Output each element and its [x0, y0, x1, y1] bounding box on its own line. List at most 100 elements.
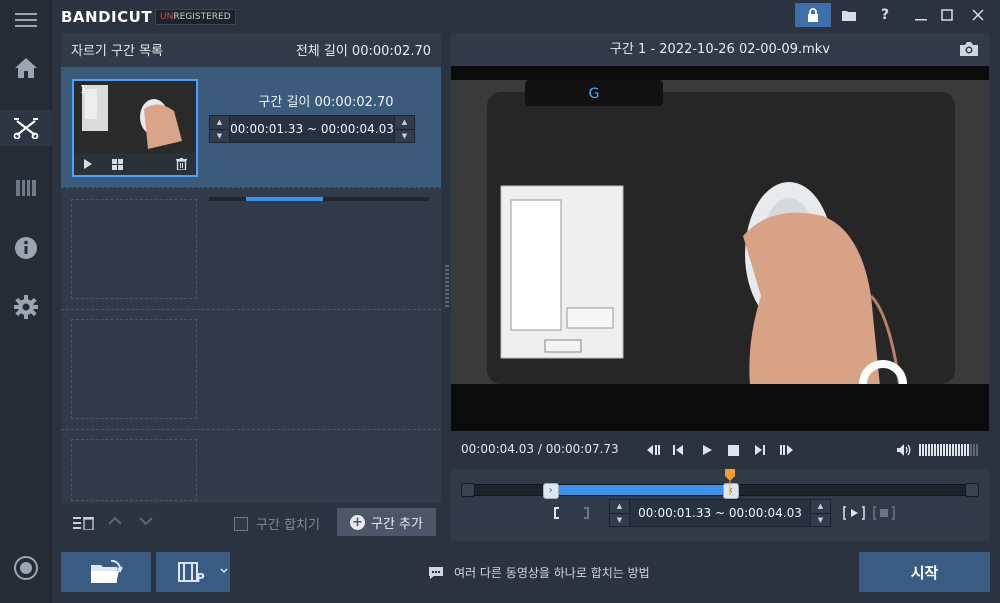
volume-bar: [928, 444, 930, 456]
end-up-icon[interactable]: ▲: [395, 116, 414, 129]
start-up-icon[interactable]: ▲: [210, 116, 229, 129]
howto-text[interactable]: 여러 다른 동영상을 하나로 합치는 방법: [454, 564, 650, 581]
delete-all-icon[interactable]: [73, 516, 95, 530]
segment-progress-bar: [209, 197, 429, 201]
volume-icon[interactable]: [894, 440, 914, 460]
open-folder-icon: [91, 559, 123, 583]
playhead-icon[interactable]: [724, 469, 736, 495]
volume-bar: [958, 444, 960, 456]
add-segment-button[interactable]: + 구간 추가: [337, 508, 436, 536]
tl-end-down-icon[interactable]: ▼: [811, 512, 830, 526]
total-time: 00:00:07.73: [545, 442, 619, 456]
empty-segment-slot: [71, 199, 197, 299]
timeline-track[interactable]: › ‹: [461, 483, 979, 499]
volume-slider[interactable]: [919, 444, 979, 456]
info-icon[interactable]: [10, 232, 42, 264]
segment-length: 구간 길이 00:00:02.70: [258, 95, 394, 110]
video-preview[interactable]: G: [451, 66, 989, 431]
film-format-icon: P: [178, 562, 205, 583]
film-icon[interactable]: [10, 172, 42, 204]
menu-icon[interactable]: [10, 4, 42, 36]
go-to-start-icon[interactable]: [643, 440, 663, 460]
sidebar: [0, 0, 52, 603]
volume-bar: [925, 444, 927, 456]
volume-bar: [952, 444, 954, 456]
volume-bar: [919, 444, 921, 456]
snapshot-camera-icon[interactable]: [959, 41, 979, 57]
stop-icon[interactable]: [723, 440, 743, 460]
close-icon[interactable]: [960, 3, 996, 27]
volume-bar: [931, 444, 933, 456]
output-format-button[interactable]: P: [156, 552, 230, 592]
start-button[interactable]: 시작: [859, 552, 990, 592]
merge-label: 구간 합치기: [256, 518, 320, 533]
range-start-time[interactable]: 00:00:01.33: [638, 506, 711, 520]
segment-delete-icon[interactable]: [176, 158, 187, 170]
folder-icon[interactable]: [831, 3, 867, 27]
preview-panel: 구간 1 - 2022-10-26 02-00-09.mkv G 00:00:0…: [451, 33, 989, 541]
volume-bar: [943, 444, 945, 456]
howto-link[interactable]: 여러 다른 동영상을 하나로 합치는 방법: [428, 564, 650, 581]
total-length: 전체 길이 00:00:02.70: [295, 44, 431, 59]
settings-icon[interactable]: [10, 291, 42, 323]
segment-grid-icon[interactable]: [112, 159, 123, 170]
volume-bar: [970, 444, 972, 456]
volume-bar: [961, 444, 963, 456]
svg-text:G: G: [589, 86, 600, 102]
segment-range-value[interactable]: 00:00:01.33 ~ 00:00:04.03: [230, 122, 394, 136]
segment-item[interactable]: 1 구간 길이 00:00:02.70 ▲ ▼ 00:00:01.33 ~ 00:…: [61, 67, 441, 201]
segment-thumbnail[interactable]: 1: [72, 79, 198, 177]
segment-number: 1: [80, 83, 87, 96]
timeline-selection[interactable]: [550, 485, 731, 495]
record-icon[interactable]: [10, 552, 42, 584]
help-icon[interactable]: ?: [867, 3, 903, 27]
set-end-icon[interactable]: [581, 507, 591, 519]
segment-start-time[interactable]: 00:00:01.33: [230, 122, 303, 136]
segment-end-time[interactable]: 00:00:04.03: [321, 122, 394, 136]
open-file-button[interactable]: [61, 552, 151, 592]
volume-bar: [967, 444, 969, 456]
go-to-end-icon[interactable]: [777, 440, 797, 460]
segment-range-field[interactable]: ▲ ▼ 00:00:01.33 ~ 00:00:04.03 ▲ ▼: [209, 115, 415, 143]
timeline-range-value[interactable]: 00:00:01.33 ~ 00:00:04.03: [630, 506, 810, 520]
start-down-icon[interactable]: ▼: [210, 128, 229, 142]
move-down-icon[interactable]: [139, 516, 153, 526]
tl-end-up-icon[interactable]: ▲: [811, 500, 830, 513]
start-label: 시작: [910, 563, 939, 582]
timeline-range-field[interactable]: ▲ ▼ 00:00:01.33 ~ 00:00:04.03 ▲ ▼: [609, 499, 831, 527]
empty-segment-slot: [71, 319, 197, 419]
tl-start-down-icon[interactable]: ▼: [610, 512, 629, 526]
unregistered-badge: UNREGISTERED: [155, 9, 236, 25]
timeline-start-cap: [461, 483, 475, 497]
panel-splitter[interactable]: [445, 265, 449, 309]
tl-start-up-icon[interactable]: ▲: [610, 500, 629, 513]
volume-bar: [964, 444, 966, 456]
set-start-icon[interactable]: [552, 507, 562, 519]
range-separator: ~: [306, 122, 318, 136]
svg-text:P: P: [196, 571, 205, 583]
cut-tool-icon[interactable]: [0, 110, 52, 146]
move-up-icon[interactable]: [108, 516, 122, 526]
segment-list-panel: 자르기 구간 목록 전체 길이 00:00:02.70 1 구간 길이 00:0…: [61, 33, 441, 541]
home-icon[interactable]: [10, 52, 42, 84]
segment-progress-fill: [246, 197, 324, 201]
next-frame-icon[interactable]: [750, 440, 770, 460]
prev-frame-icon[interactable]: [668, 440, 688, 460]
stop-segment-icon[interactable]: [873, 506, 895, 520]
timeline-end-cap: [965, 483, 979, 497]
segment-play-icon[interactable]: [83, 158, 93, 170]
selection-start-handle[interactable]: ›: [542, 483, 559, 499]
app-logo: BANDICUT: [61, 8, 153, 26]
range-end-time[interactable]: 00:00:04.03: [729, 506, 802, 520]
play-segment-icon[interactable]: [843, 506, 865, 520]
play-icon[interactable]: [697, 440, 717, 460]
volume-bar: [949, 444, 951, 456]
title-bar: BANDICUT UNREGISTERED ?: [52, 0, 1000, 33]
chevron-down-icon[interactable]: [220, 568, 228, 574]
lock-icon[interactable]: [795, 3, 831, 27]
end-down-icon[interactable]: ▼: [395, 128, 414, 142]
volume-bar: [937, 444, 939, 456]
merge-segments-checkbox[interactable]: 구간 합치기: [234, 514, 320, 533]
plus-icon: +: [350, 514, 365, 530]
transport-bar: 00:00:04.03 / 00:00:07.73: [451, 431, 989, 469]
